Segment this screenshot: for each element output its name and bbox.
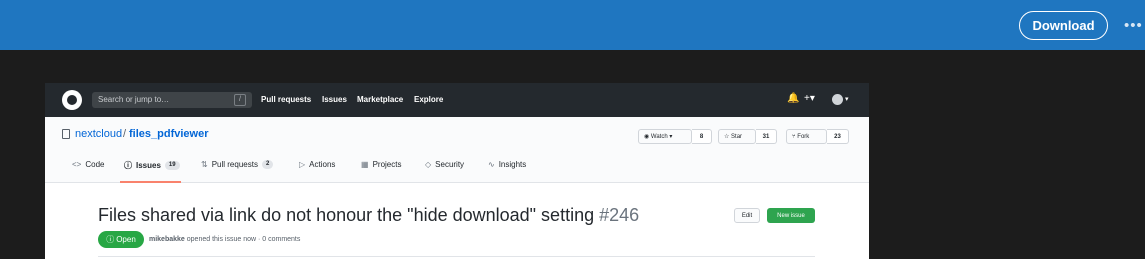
issue-meta-text: opened this issue now · 0 comments [186,236,301,243]
edit-button: Edit [734,208,760,223]
nav-pull-requests: Pull requests [261,95,312,104]
image-preview: Search or jump to… / Pull requests Issue… [45,83,869,259]
pull-requests-counter: 2 [261,160,274,169]
nav-marketplace: Marketplace [357,95,404,104]
tab-label: Pull requests [211,160,258,169]
nav-explore: Explore [414,95,444,104]
tab-label: Code [85,160,105,169]
issue-author: mikebakke [149,236,185,243]
status-label: Open [116,235,136,244]
eye-icon: ◉ [644,134,651,140]
bell-icon: 🔔 [787,93,800,104]
watch-label: Watch ▾ [650,134,673,140]
status-badge: ⓘ Open [98,231,144,248]
issue-title-text: Files shared via link do not honour the … [98,205,595,225]
issue-title: Files shared via link do not honour the … [98,205,639,226]
tab-label: Issues [136,161,161,170]
star-button: ☆ Star [718,129,756,144]
watch-button: ◉ Watch ▾ [638,129,692,144]
fork-button: ⑂ Fork [786,129,827,144]
code-icon: <> [72,160,82,169]
star-count: 31 [756,129,777,144]
star-label: Star [731,133,743,140]
new-issue-button: New issue [767,208,815,223]
repo-tabs: <> Code ⓘ Issues 19 ⇅ Pull requests 2 ▷ … [45,147,869,183]
tab-issues: ⓘ Issues 19 [124,160,180,171]
project-icon: ▦ [361,160,369,169]
tab-insights: ∿ Insights [488,160,526,169]
chevron-down-icon: ▾ [845,96,849,103]
watch-count: 8 [692,129,712,144]
active-tab-indicator [120,181,181,183]
fork-count: 23 [827,129,849,144]
fork-label: Fork [797,133,810,140]
issue-opened-icon: ⓘ [124,161,132,170]
repo-name: files_pdfviewer [129,128,209,140]
plus-icon: +▾ [804,93,815,104]
tab-pull-requests: ⇅ Pull requests 2 [201,160,274,169]
tab-label: Insights [498,160,527,169]
issues-counter: 19 [164,161,180,170]
issue-meta: mikebakke opened this issue now · 0 comm… [149,236,300,243]
search-shortcut: / [234,94,246,106]
tab-label: Actions [309,160,336,169]
tab-security: ◇ Security [425,160,464,169]
nav-issues: Issues [322,95,347,104]
repo-icon [62,129,70,139]
download-button[interactable]: Download [1019,11,1108,40]
play-icon: ▷ [299,160,306,169]
git-pull-request-icon: ⇅ [201,160,208,169]
issue-opened-icon: ⓘ [106,235,115,244]
star-icon: ☆ [724,134,732,140]
tab-label: Projects [372,160,402,169]
graph-icon: ∿ [488,160,495,169]
github-logo-icon [62,90,82,110]
tab-code: <> Code [72,160,104,169]
tab-label: Security [435,160,465,169]
search-input: Search or jump to… [92,92,252,108]
viewer-toolbar: Download ••• [0,0,1145,50]
tab-actions: ▷ Actions [299,160,335,169]
repo-separator: / [123,128,127,140]
divider [98,256,815,257]
shield-icon: ◇ [425,160,432,169]
avatar [832,94,843,105]
more-options-icon[interactable]: ••• [1124,13,1145,37]
repo-owner: nextcloud [75,128,123,140]
issue-number: #246 [599,205,640,225]
github-header: Search or jump to… / Pull requests Issue… [45,83,869,117]
tab-projects: ▦ Projects [361,160,401,169]
